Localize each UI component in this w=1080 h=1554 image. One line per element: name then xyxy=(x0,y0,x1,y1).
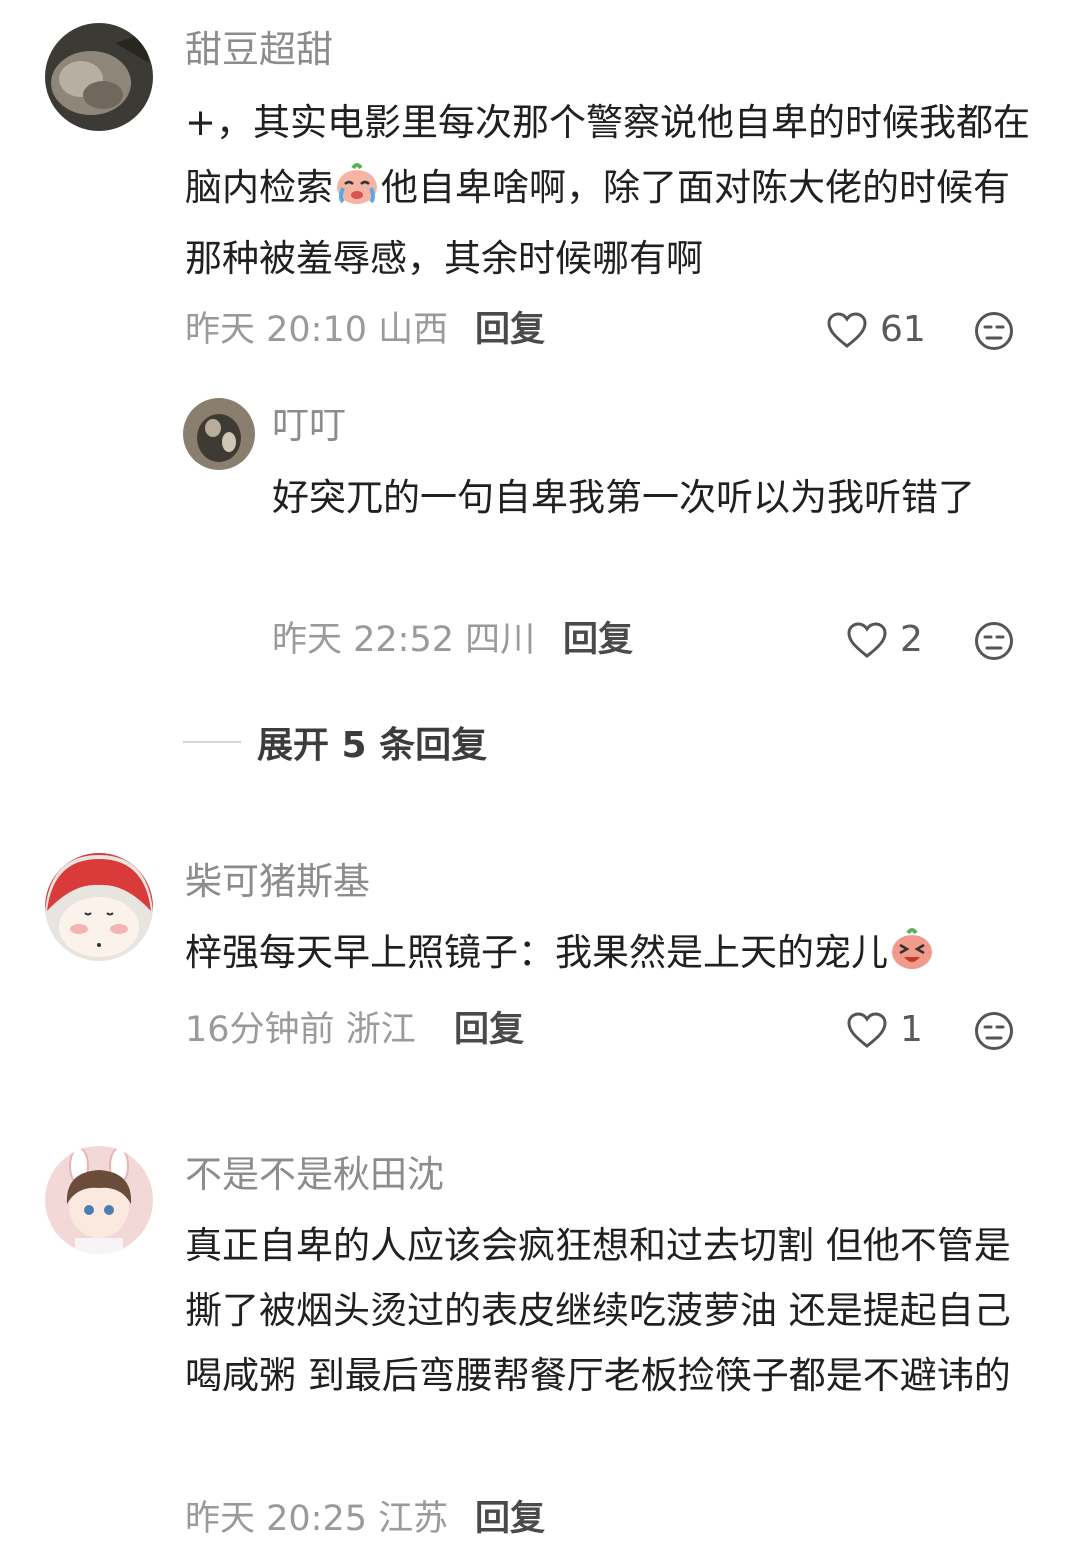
like-count: 61 xyxy=(880,309,926,350)
avatar[interactable] xyxy=(45,23,153,131)
laughing-face-emoji-icon xyxy=(888,926,936,991)
reply-text: 好突兀的一句自卑我第一次听以为我听错了 xyxy=(272,476,975,519)
reply-button[interactable]: 回复 xyxy=(563,618,633,662)
timestamp: 16分钟前 xyxy=(185,1010,335,1050)
dislike-button[interactable] xyxy=(974,1011,1014,1051)
comment-text: 真正自卑的人应该会疯狂想和过去切割 但他不管是撕了被烟头烫过的表皮继续吃菠萝油 … xyxy=(185,1224,1011,1397)
like-button[interactable]: 1 xyxy=(846,1008,923,1052)
comment-meta: 昨天 20:10 山西 xyxy=(185,308,448,352)
meh-face-icon xyxy=(974,621,1014,661)
heart-icon xyxy=(826,311,868,349)
comment-meta: 昨天 20:25 江苏 xyxy=(185,1497,448,1541)
like-count: 2 xyxy=(900,619,923,660)
timestamp: 昨天 20:25 xyxy=(185,1499,367,1539)
username[interactable]: 柴可猪斯基 xyxy=(185,860,370,904)
heart-icon xyxy=(846,1011,888,1049)
timestamp: 昨天 20:10 xyxy=(185,310,367,350)
region: 四川 xyxy=(465,620,536,660)
dislike-button[interactable] xyxy=(974,311,1014,351)
comment-meta: 16分钟前 浙江 xyxy=(185,1008,416,1052)
reply-button[interactable]: 回复 xyxy=(454,1008,524,1052)
like-button[interactable]: 2 xyxy=(846,618,923,662)
comment-text: +，其实电影里每次那个警察说他自卑的时候我都在脑内检索 他自卑啥啊，除了面对陈大佬… xyxy=(185,101,1031,280)
reply-button[interactable]: 回复 xyxy=(475,1497,545,1541)
region: 浙江 xyxy=(345,1010,416,1050)
meh-face-icon xyxy=(974,1011,1014,1051)
avatar[interactable] xyxy=(45,853,153,961)
divider xyxy=(183,741,241,743)
expand-replies-button[interactable]: 展开 5 条回复 xyxy=(183,716,487,768)
like-count: 1 xyxy=(900,1009,923,1050)
reply-button[interactable]: 回复 xyxy=(475,308,545,352)
timestamp: 昨天 22:52 xyxy=(272,620,454,660)
region: 山西 xyxy=(378,310,449,350)
username[interactable]: 叮叮 xyxy=(272,404,346,448)
crying-face-emoji-icon xyxy=(333,161,381,226)
username[interactable]: 不是不是秋田沈 xyxy=(185,1153,444,1197)
avatar[interactable] xyxy=(183,398,255,470)
meh-face-icon xyxy=(974,311,1014,351)
comment-meta: 昨天 22:52 四川 xyxy=(272,618,535,662)
comment-text: 梓强每天早上照镜子：我果然是上天的宠儿 xyxy=(185,920,1055,991)
dislike-button[interactable] xyxy=(974,621,1014,661)
avatar[interactable] xyxy=(45,1146,153,1254)
heart-icon xyxy=(846,621,888,659)
like-button[interactable]: 61 xyxy=(826,308,926,352)
username[interactable]: 甜豆超甜 xyxy=(185,28,333,72)
expand-replies-label: 展开 5 条回复 xyxy=(257,725,488,766)
region: 江苏 xyxy=(378,1499,449,1539)
